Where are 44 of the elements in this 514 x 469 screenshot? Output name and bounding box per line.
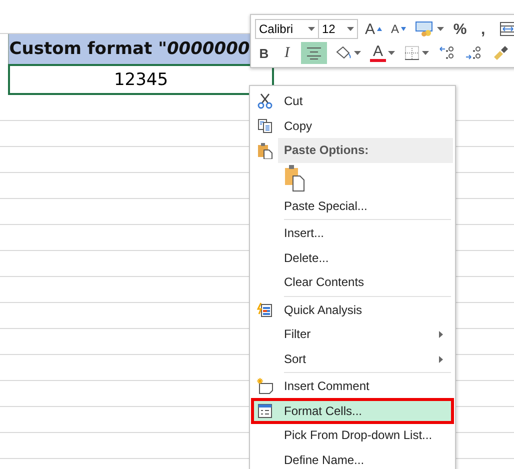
menu-item[interactable]: Pick From Drop-down List... xyxy=(252,423,453,448)
menu-item[interactable]: Clear Contents xyxy=(252,270,453,294)
bold-button[interactable]: B xyxy=(255,42,273,64)
shrink-font-button[interactable]: A xyxy=(389,18,408,40)
caret-icon[interactable] xyxy=(347,27,354,31)
caret-icon[interactable] xyxy=(388,51,395,55)
paste-icon[interactable] xyxy=(284,164,306,192)
toolbar-button[interactable]: , xyxy=(474,18,492,40)
caret-icon[interactable] xyxy=(354,51,361,55)
submenu-arrow-icon xyxy=(439,356,443,362)
menu-item[interactable]: Format Cells... xyxy=(252,398,453,423)
quick-analysis-icon xyxy=(257,302,273,318)
align-center-button[interactable] xyxy=(301,42,327,64)
toolbar-button[interactable]: % xyxy=(451,18,470,40)
menu-item[interactable]: Insert Comment xyxy=(252,374,453,398)
caret-icon[interactable] xyxy=(422,51,429,55)
menu-item[interactable]: Define Name... xyxy=(252,448,453,469)
header-cell: Custom format "0000000 xyxy=(8,34,250,64)
menu-item[interactable]: Copy xyxy=(252,114,453,138)
grow-font-button[interactable]: A xyxy=(363,18,384,40)
menu-item[interactable]: Delete... xyxy=(252,246,453,270)
caret-icon[interactable] xyxy=(308,27,315,31)
italic-button[interactable]: I xyxy=(278,42,296,64)
menu-item[interactable]: Filter xyxy=(252,322,453,346)
up-triangle-icon xyxy=(377,27,382,31)
copy-icon xyxy=(257,118,273,134)
menu-item[interactable]: Paste Special... xyxy=(252,194,453,218)
money-icon xyxy=(415,21,436,37)
submenu-arrow-icon xyxy=(439,331,443,338)
down-triangle-icon xyxy=(401,27,406,31)
align-center-icon xyxy=(306,46,322,60)
borders-icon xyxy=(404,45,420,61)
font-size-dropdown[interactable]: 12 xyxy=(318,19,358,39)
caret-icon[interactable] xyxy=(437,27,444,31)
comment-icon xyxy=(256,378,274,394)
paint-bucket-icon xyxy=(334,45,352,61)
scissors-icon xyxy=(257,93,273,110)
clipboard-icon xyxy=(257,142,273,159)
format-cells-icon xyxy=(257,402,273,419)
menu-item[interactable]: Quick Analysis xyxy=(252,298,453,322)
font-color-button[interactable]: A xyxy=(368,42,397,64)
font-name-dropdown[interactable]: Calibri xyxy=(255,19,319,39)
menu-item[interactable]: Insert... xyxy=(252,221,453,246)
menu-item[interactable]: Sort xyxy=(252,346,453,371)
